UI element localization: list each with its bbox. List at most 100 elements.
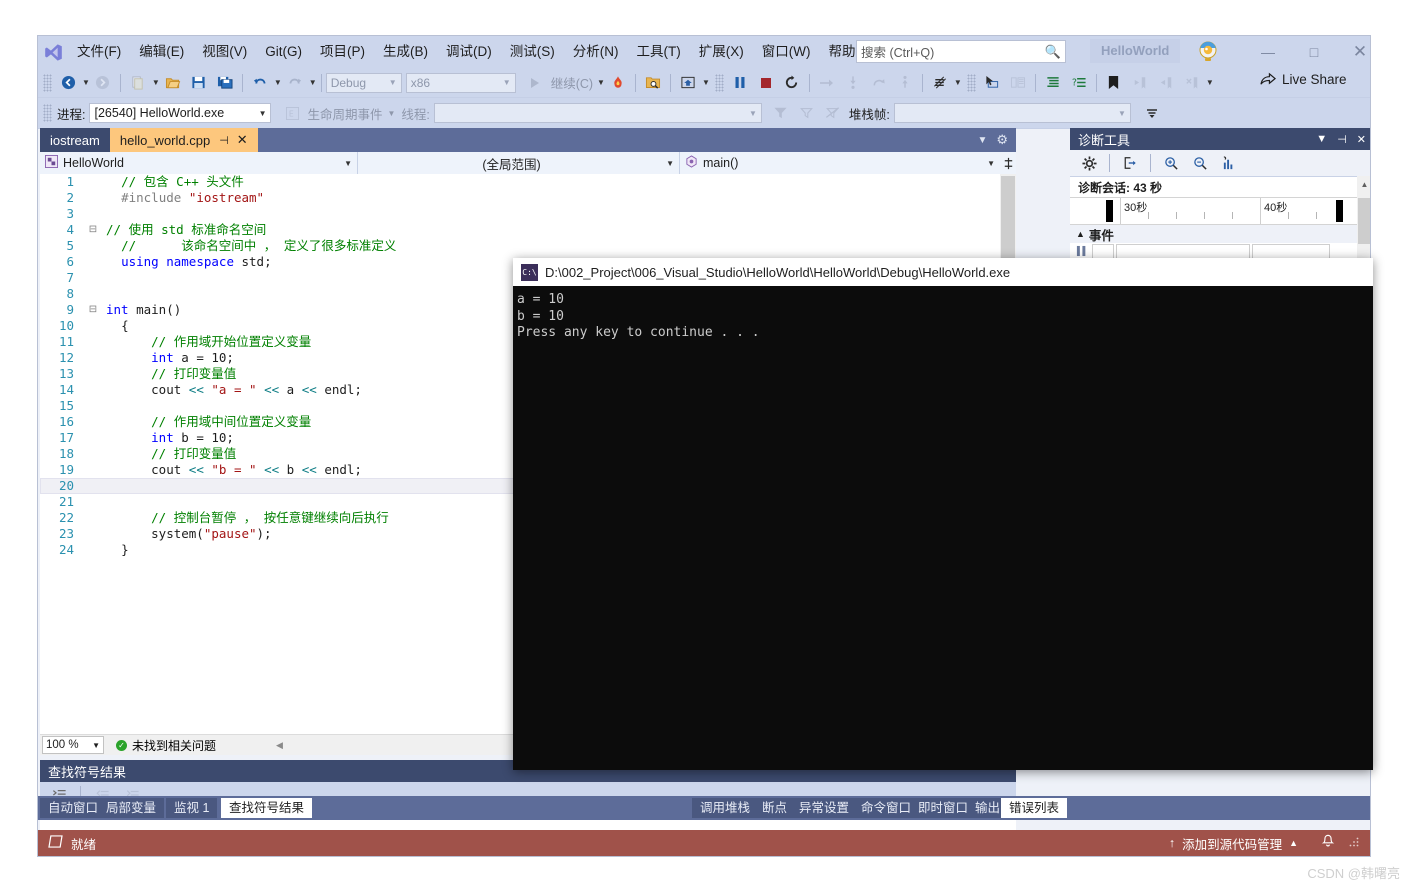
fold-toggle-icon[interactable]: ⊟ [86, 302, 100, 318]
close-icon[interactable]: ✕ [237, 132, 248, 148]
split-editor-icon[interactable] [1000, 152, 1016, 174]
select-element-icon[interactable] [979, 71, 1005, 94]
find-in-files-icon[interactable] [640, 71, 666, 94]
format-document-icon[interactable] [1040, 71, 1066, 94]
menu-edit[interactable]: 编辑(E) [130, 40, 193, 64]
code-line[interactable]: 5 // 该命名空间中 ， 定义了很多标准定义 [40, 238, 1016, 254]
menu-build[interactable]: 生成(B) [374, 40, 437, 64]
code-line[interactable]: 2 #include "iostream" [40, 190, 1016, 206]
settings-gear-icon[interactable] [1076, 152, 1102, 175]
menu-analyze[interactable]: 分析(N) [564, 40, 628, 64]
avatar[interactable] [1196, 40, 1220, 64]
continue-label[interactable]: 继续(C) [548, 73, 596, 92]
fold-toggle-icon[interactable]: ⊟ [86, 222, 100, 238]
window-maximize-button[interactable]: □ [1292, 36, 1336, 68]
resize-grip-icon[interactable] [1348, 836, 1360, 851]
menu-project[interactable]: 项目(P) [311, 40, 374, 64]
restart-debugging-button[interactable] [779, 71, 805, 94]
code-line[interactable]: 4 ⊟ // 使用 std 标准命名空间 [40, 222, 1016, 238]
thread-select[interactable]: ▼ [433, 103, 762, 123]
bottom-tab-watch-1[interactable]: 监视 1 [166, 798, 218, 818]
window-close-button[interactable]: ✕ [1338, 36, 1370, 68]
pin-icon[interactable]: ⊣ [219, 134, 229, 147]
menu-extensions[interactable]: 扩展(X) [690, 40, 753, 64]
platform-select[interactable]: x86 ▼ [405, 72, 516, 93]
menu-debug[interactable]: 调试(D) [437, 40, 501, 64]
quick-actions-icon[interactable]: ? [1066, 71, 1092, 94]
chart-stats-icon[interactable] [1216, 152, 1242, 175]
diagnostic-scroll-thumb[interactable] [1358, 198, 1370, 244]
scroll-left-icon[interactable]: ◀ [276, 740, 283, 751]
bottom-tab-call-stack[interactable]: 调用堆栈 [692, 798, 759, 818]
bottom-tab-exception-settings[interactable]: 异常设置 [791, 798, 858, 818]
doc-tab-hello-world-cpp[interactable]: hello_world.cpp ⊣ ✕ [109, 128, 258, 152]
console-title-bar[interactable]: C:\ D:\002_Project\006_Visual_Studio\Hel… [513, 258, 1373, 286]
menu-git[interactable]: Git(G) [256, 40, 311, 64]
menu-window[interactable]: 窗口(W) [753, 40, 820, 64]
navbar-project-select[interactable]: HelloWorld ▼ [40, 152, 358, 174]
lifecycle-events-label[interactable]: 生命周期事件 [307, 104, 382, 123]
save-all-button[interactable] [212, 71, 238, 94]
show-next-dropdown-icon[interactable]: ▼ [702, 78, 710, 87]
chevron-up-icon[interactable]: ▲ [1289, 838, 1298, 848]
stackframe-select[interactable]: ▼ [893, 103, 1131, 123]
source-control-label[interactable]: 添加到源代码管理 [1182, 834, 1282, 853]
notifications-bell-icon[interactable] [1321, 834, 1335, 852]
undo-button[interactable] [247, 71, 273, 94]
gear-icon[interactable]: ⚙ [996, 132, 1008, 148]
menu-test[interactable]: 测试(S) [501, 40, 564, 64]
toolbar-grip[interactable] [714, 73, 724, 92]
menu-file[interactable]: 文件(F) [68, 40, 130, 64]
doc-tab-iostream[interactable]: iostream [40, 128, 110, 152]
zoom-out-icon[interactable] [1187, 152, 1213, 175]
menu-view[interactable]: 视图(V) [193, 40, 256, 64]
stop-debugging-button[interactable] [753, 71, 779, 94]
pin-icon[interactable]: ⊣ [1337, 133, 1347, 146]
scroll-up-icon[interactable]: ▲ [1357, 176, 1370, 192]
chevron-down-icon[interactable]: ▼ [977, 135, 987, 146]
close-icon[interactable]: ✕ [1357, 133, 1366, 146]
pause-button[interactable] [727, 71, 753, 94]
chevron-down-icon[interactable]: ▼ [1316, 133, 1327, 145]
toolbar-grip[interactable] [43, 73, 52, 92]
bottom-tab-error-list[interactable]: 错误列表 [1001, 798, 1068, 818]
debugbar-grip[interactable] [43, 104, 52, 122]
bottom-tab-breakpoints[interactable]: 断点 [754, 798, 796, 818]
bottom-tab-find-symbol-results[interactable]: 查找符号结果 [221, 798, 313, 818]
bookmark-icon[interactable] [1101, 71, 1127, 94]
lifecycle-dropdown-icon[interactable]: ▼ [388, 109, 396, 118]
toolbar-grip[interactable] [966, 73, 976, 92]
hot-reload-icon[interactable] [605, 71, 631, 94]
toggle-breakpoints-icon[interactable] [927, 71, 953, 94]
undo-dropdown-icon[interactable]: ▼ [274, 78, 282, 87]
navigate-back-dropdown-icon[interactable]: ▼ [82, 78, 90, 87]
zoom-level-select[interactable]: 100 % ▼ [42, 736, 104, 754]
navbar-scope-select[interactable]: (全局范围) ▼ [358, 152, 680, 174]
export-icon[interactable] [1117, 152, 1143, 175]
bottom-tab-autos[interactable]: 自动窗口 [40, 798, 107, 818]
navigate-back-button[interactable] [55, 71, 81, 94]
code-line[interactable]: 1 // 包含 C++ 头文件 [40, 174, 1016, 190]
console-window[interactable]: C:\ D:\002_Project\006_Visual_Studio\Hel… [513, 258, 1373, 770]
navbar-member-select[interactable]: main() ▼ [680, 152, 1000, 174]
build-configuration-select[interactable]: Debug ▼ [325, 72, 402, 93]
process-select[interactable]: [26540] HelloWorld.exe ▼ [89, 103, 272, 123]
continue-dropdown-icon[interactable]: ▼ [597, 78, 605, 87]
redo-dropdown-icon[interactable]: ▼ [309, 78, 317, 87]
toolbar-overflow-icon[interactable]: ▼ [1206, 78, 1214, 87]
window-minimize-button[interactable]: — [1246, 36, 1290, 68]
search-input[interactable]: 搜索 (Ctrl+Q) 🔍 [856, 40, 1066, 63]
new-file-dropdown-icon[interactable]: ▼ [152, 78, 160, 87]
zoom-in-icon[interactable] [1158, 152, 1184, 175]
menu-tools[interactable]: 工具(T) [628, 40, 690, 64]
debugbar-overflow-icon[interactable] [1139, 102, 1165, 125]
breakpoints-dropdown-icon[interactable]: ▼ [954, 78, 962, 87]
bottom-tab-locals[interactable]: 局部变量 [98, 798, 165, 818]
expander-icon[interactable]: ▲ [1076, 229, 1085, 239]
diagnostic-events-section[interactable]: ▲ 事件 [1070, 225, 1370, 243]
show-next-statement-icon[interactable] [675, 71, 701, 94]
open-file-button[interactable] [160, 71, 186, 94]
live-share-button[interactable]: Live Share [1260, 72, 1347, 87]
save-button[interactable] [186, 71, 212, 94]
code-line[interactable]: 3 [40, 206, 1016, 222]
